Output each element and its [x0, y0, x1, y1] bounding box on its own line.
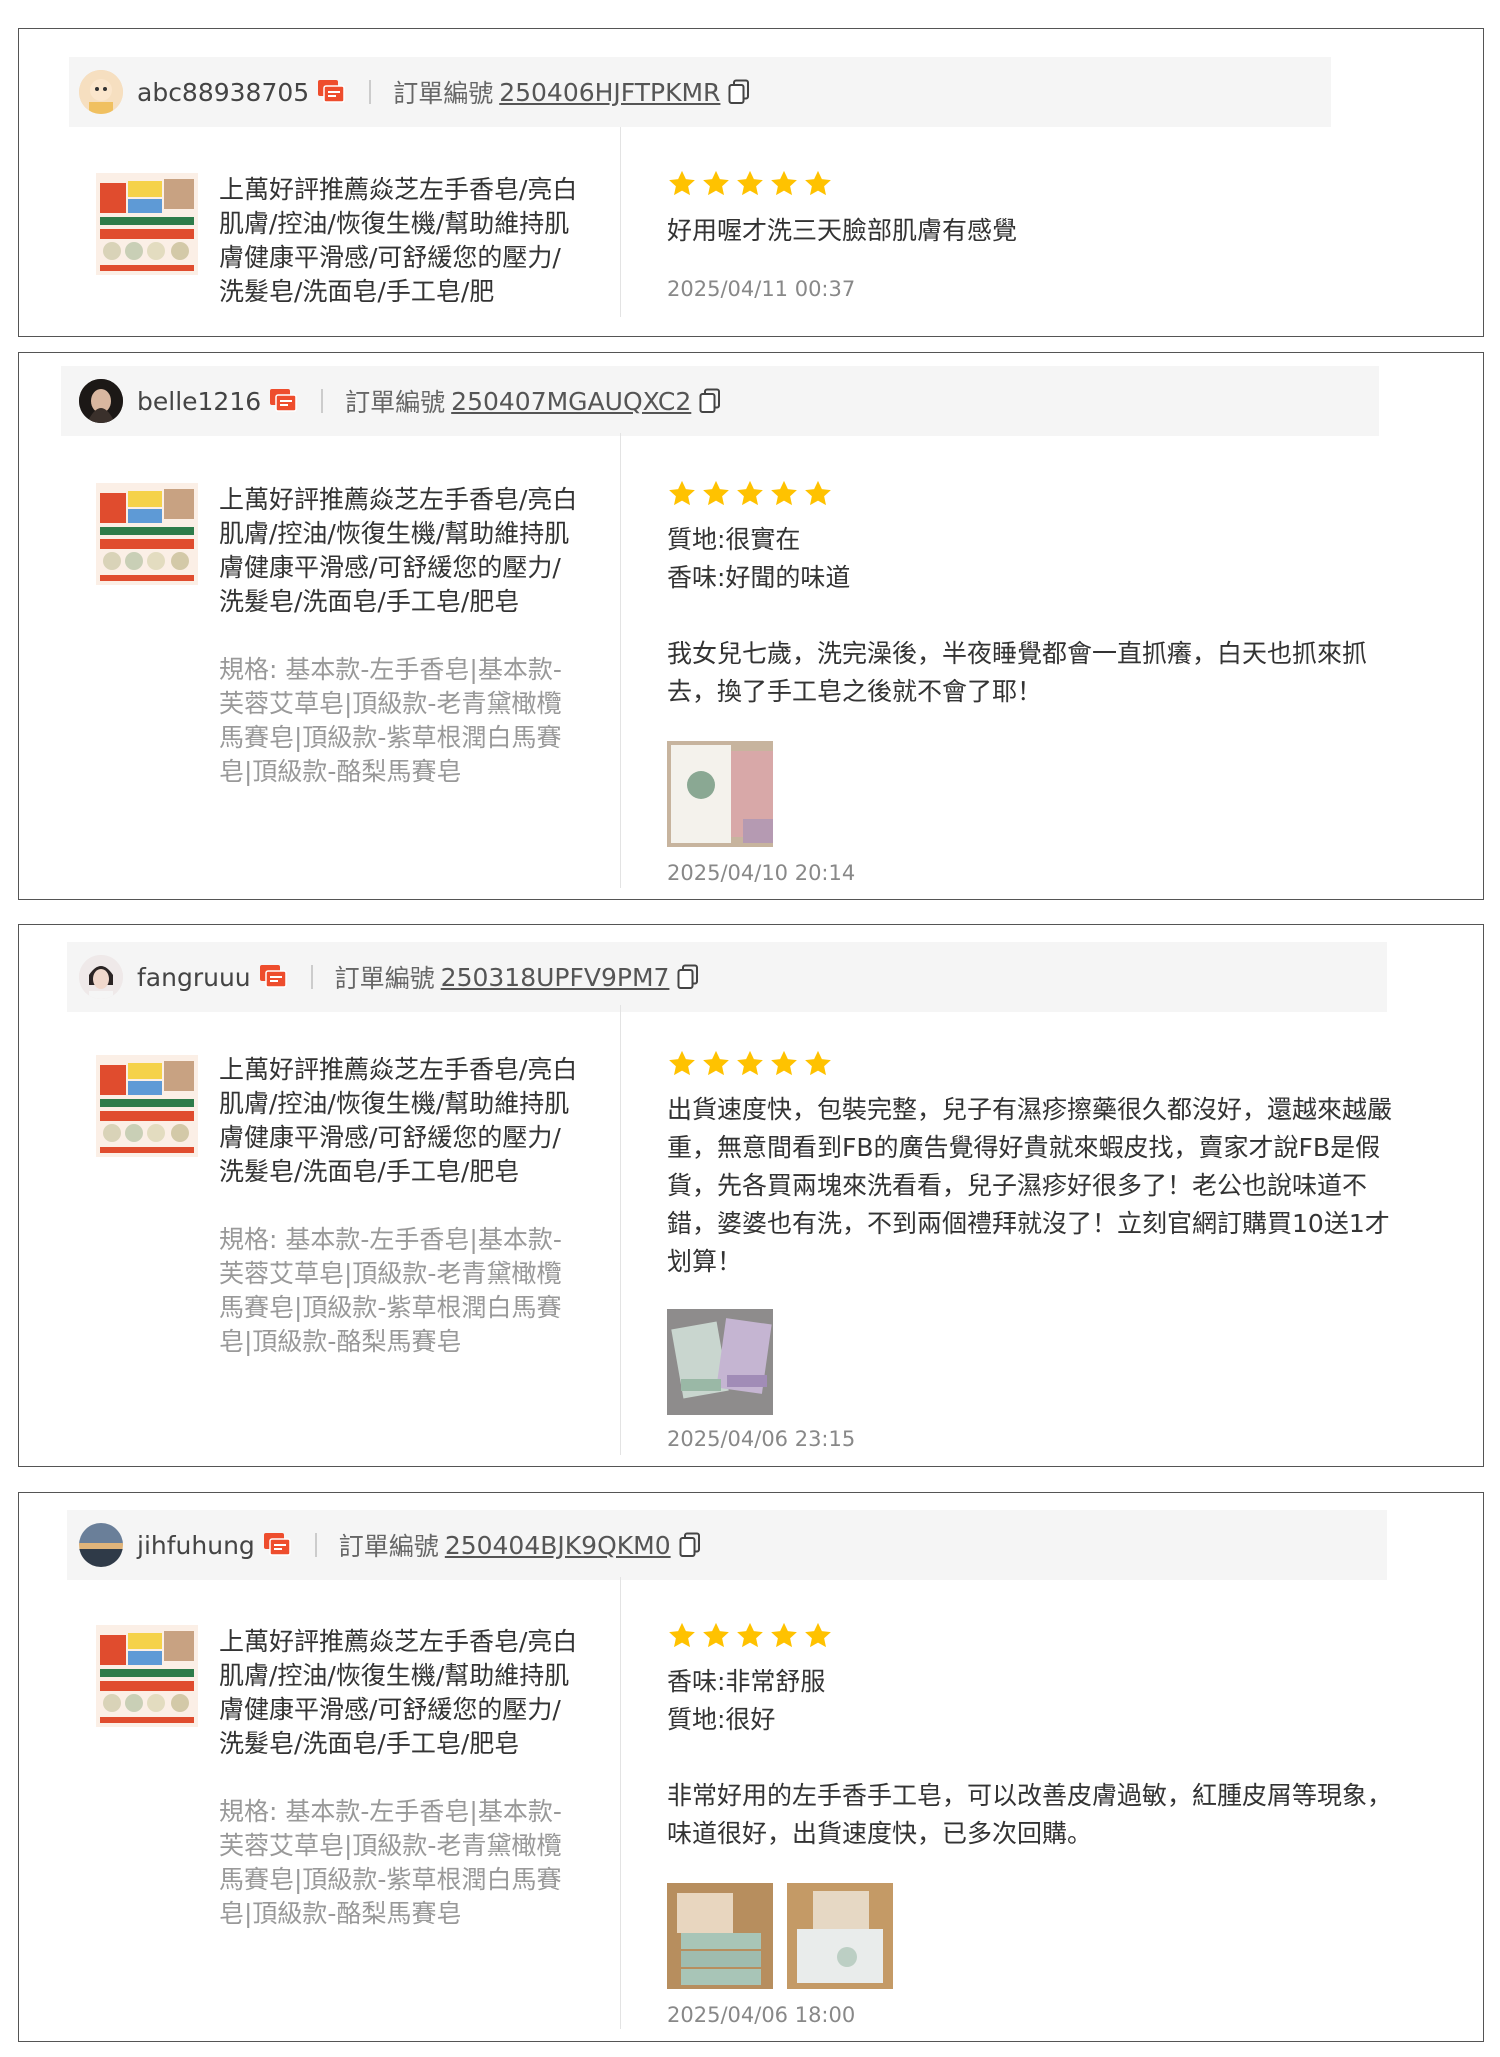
review-card: abc88938705 訂單編號 250406HJFTPKMR 上萬好評推薦焱芝…	[18, 28, 1484, 337]
copy-icon[interactable]	[679, 1532, 701, 1558]
product-name[interactable]: 上萬好評推薦焱芝左手香皂/亮白肌膚/控油/恢復生機/幫助維持肌膚健康平滑感/可舒…	[219, 173, 579, 309]
review-text: 香味:非常舒服 質地:很好 非常好用的左手香手工皂，可以改善皮膚過敏，紅腫皮屑等…	[667, 1667, 1393, 1848]
order-label: 訂單編號	[345, 388, 446, 417]
review-photo[interactable]	[787, 1883, 893, 1989]
chat-icon[interactable]	[259, 964, 287, 990]
review-date: 2025/04/10 20:14	[667, 861, 856, 885]
order-number-link[interactable]: 250318UPFV9PM7	[441, 963, 670, 992]
star-icon	[701, 479, 731, 509]
username[interactable]: belle1216	[137, 387, 261, 416]
star-icon	[769, 1049, 799, 1079]
product-name[interactable]: 上萬好評推薦焱芝左手香皂/亮白肌膚/控油/恢復生機/幫助維持肌膚健康平滑感/可舒…	[219, 1053, 579, 1189]
star-icon	[769, 1621, 799, 1651]
rating-stars	[667, 169, 833, 199]
review-photo[interactable]	[667, 741, 773, 847]
divider	[321, 389, 324, 413]
review-header: belle1216 訂單編號 250407MGAUQXC2	[61, 366, 1379, 436]
product-name[interactable]: 上萬好評推薦焱芝左手香皂/亮白肌膚/控油/恢復生機/幫助維持肌膚健康平滑感/可舒…	[219, 483, 579, 619]
review-text: 出貨速度快，包裝完整，兒子有濕疹擦藥很久都沒好，還越來越嚴重，無意間看到FB的廣…	[667, 1095, 1393, 1276]
avatar[interactable]	[79, 955, 123, 999]
divider	[310, 965, 313, 989]
review-date: 2025/04/06 18:00	[667, 2003, 856, 2027]
product-thumbnail[interactable]	[94, 1053, 200, 1159]
column-divider	[620, 1577, 621, 2029]
star-icon	[701, 1621, 731, 1651]
review-text: 質地:很實在 香味:好聞的味道 我女兒七歲，洗完澡後，半夜睡覺都會一直抓癢，白天…	[667, 525, 1368, 706]
review-header: jihfuhung 訂單編號 250404BJK9QKM0	[67, 1510, 1387, 1580]
star-icon	[667, 1621, 697, 1651]
review-card: jihfuhung 訂單編號 250404BJK9QKM0 上萬好評推薦焱芝左手…	[18, 1492, 1484, 2042]
product-name[interactable]: 上萬好評推薦焱芝左手香皂/亮白肌膚/控油/恢復生機/幫助維持肌膚健康平滑感/可舒…	[219, 1625, 579, 1761]
review-photo[interactable]	[667, 1309, 773, 1415]
column-divider	[620, 1005, 621, 1455]
copy-icon[interactable]	[728, 79, 750, 105]
review-text: 好用喔才洗三天臉部肌膚有感覺	[667, 216, 1018, 245]
order-number-link[interactable]: 250404BJK9QKM0	[445, 1531, 671, 1560]
column-divider	[620, 127, 621, 317]
star-icon	[667, 169, 697, 199]
divider	[369, 80, 372, 104]
product-spec: 規格: 基本款-左手香皂|基本款-芙蓉艾草皂|頂級款-老青黛橄欖馬賽皂|頂級款-…	[219, 1225, 562, 1356]
star-icon	[803, 169, 833, 199]
avatar[interactable]	[79, 70, 123, 114]
avatar[interactable]	[79, 1523, 123, 1567]
username[interactable]: fangruuu	[137, 963, 251, 992]
star-icon	[803, 1049, 833, 1079]
copy-icon[interactable]	[677, 964, 699, 990]
product-spec: 規格: 基本款-左手香皂|基本款-芙蓉艾草皂|頂級款-老青黛橄欖馬賽皂|頂級款-…	[219, 655, 562, 786]
username[interactable]: abc88938705	[137, 78, 309, 107]
star-icon	[667, 1049, 697, 1079]
column-divider	[620, 433, 621, 888]
review-header: abc88938705 訂單編號 250406HJFTPKMR	[69, 57, 1331, 127]
chat-icon[interactable]	[269, 388, 297, 414]
copy-icon[interactable]	[699, 388, 721, 414]
rating-stars	[667, 1621, 833, 1651]
review-date: 2025/04/11 00:37	[667, 277, 856, 301]
order-label: 訂單編號	[393, 79, 494, 108]
order-label: 訂單編號	[334, 964, 435, 993]
username[interactable]: jihfuhung	[137, 1531, 255, 1560]
rating-stars	[667, 479, 833, 509]
star-icon	[735, 1049, 765, 1079]
order-number-link[interactable]: 250407MGAUQXC2	[451, 387, 691, 416]
chat-icon[interactable]	[263, 1532, 291, 1558]
star-icon	[769, 169, 799, 199]
review-header: fangruuu 訂單編號 250318UPFV9PM7	[67, 942, 1387, 1012]
review-card: fangruuu 訂單編號 250318UPFV9PM7 上萬好評推薦焱芝左手香…	[18, 924, 1484, 1467]
review-card: belle1216 訂單編號 250407MGAUQXC2 上萬好評推薦焱芝左手…	[18, 352, 1484, 900]
star-icon	[667, 479, 697, 509]
star-icon	[735, 169, 765, 199]
order-number-link[interactable]: 250406HJFTPKMR	[499, 78, 720, 107]
product-thumbnail[interactable]	[94, 171, 200, 277]
star-icon	[803, 479, 833, 509]
star-icon	[701, 1049, 731, 1079]
product-thumbnail[interactable]	[94, 1623, 200, 1729]
star-icon	[769, 479, 799, 509]
rating-stars	[667, 1049, 833, 1079]
star-icon	[735, 479, 765, 509]
product-spec: 規格: 基本款-左手香皂|基本款-芙蓉艾草皂|頂級款-老青黛橄欖馬賽皂|頂級款-…	[219, 1797, 562, 1928]
star-icon	[735, 1621, 765, 1651]
divider	[314, 1533, 317, 1557]
star-icon	[701, 169, 731, 199]
product-thumbnail[interactable]	[94, 481, 200, 587]
review-date: 2025/04/06 23:15	[667, 1427, 856, 1451]
review-photo[interactable]	[667, 1883, 773, 1989]
star-icon	[803, 1621, 833, 1651]
chat-icon[interactable]	[317, 79, 345, 105]
avatar[interactable]	[79, 379, 123, 423]
order-label: 訂單編號	[338, 1532, 439, 1561]
